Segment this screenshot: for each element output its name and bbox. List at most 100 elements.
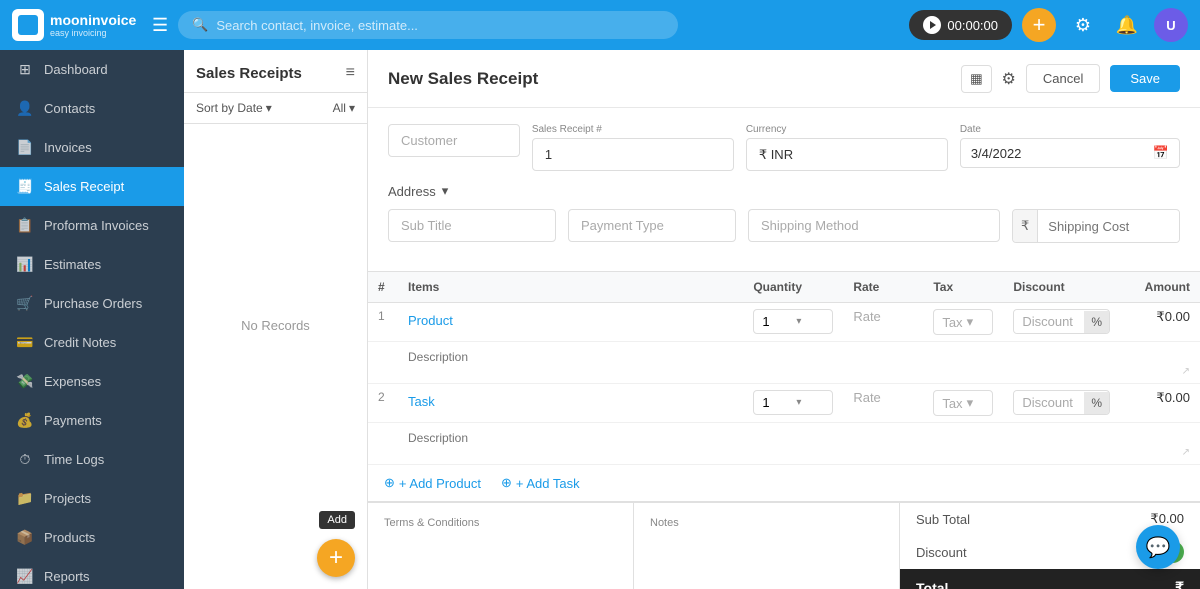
sidebar-item-time-logs[interactable]: ⏱ Time Logs: [0, 440, 184, 479]
sidebar-item-label: Purchase Orders: [44, 296, 142, 311]
qty-arrow-icon-1[interactable]: ▾: [796, 316, 801, 327]
terms-textarea[interactable]: [384, 535, 617, 585]
contacts-icon: 👤: [16, 100, 34, 117]
shipping-cost-field: ₹: [1012, 209, 1180, 243]
qty-cell-2: ▾: [743, 384, 843, 423]
col-num: #: [368, 272, 398, 303]
item-name-input-2[interactable]: [408, 390, 733, 413]
sidebar-item-label: Dashboard: [44, 62, 108, 77]
logo-text: mooninvoice easy invoicing: [50, 12, 136, 38]
discount-input-2[interactable]: [1014, 391, 1084, 414]
currency-input[interactable]: [746, 138, 948, 171]
sidebar-item-purchase-orders[interactable]: 🛒 Purchase Orders: [0, 284, 184, 323]
customer-input[interactable]: [388, 124, 520, 157]
save-button[interactable]: Save: [1110, 65, 1180, 92]
shipping-method-input[interactable]: [748, 209, 1000, 242]
form-header-actions: ▦ ⚙ Cancel Save: [961, 64, 1180, 93]
sidebar-item-invoices[interactable]: 📄 Invoices: [0, 128, 184, 167]
dashboard-icon: ⊞: [16, 61, 34, 78]
discount-input-1[interactable]: [1014, 310, 1084, 333]
discount-wrap-2: %: [1013, 390, 1110, 415]
all-filter-button[interactable]: All ▾: [333, 101, 355, 115]
notes-textarea[interactable]: [650, 535, 883, 585]
rate-input-2[interactable]: [853, 390, 913, 405]
table-row-desc-2: ↗: [368, 423, 1200, 465]
add-fab-button[interactable]: +: [317, 539, 355, 577]
add-record-area: Add +: [317, 539, 355, 577]
item-desc-input-2[interactable]: [408, 429, 1190, 447]
qty-cell-1: ▾: [743, 303, 843, 342]
barcode-button[interactable]: ▦: [961, 65, 992, 93]
qty-wrap-2: ▾: [753, 390, 833, 415]
sidebar-item-credit-notes[interactable]: 💳 Credit Notes: [0, 323, 184, 362]
tax-wrap-1: Tax ▾: [933, 309, 993, 335]
main-content: New Sales Receipt ▦ ⚙ Cancel Save: [368, 50, 1200, 589]
receipt-num-group: Sales Receipt #: [532, 124, 734, 171]
rate-cell-1: [843, 303, 923, 342]
resize-handle-2[interactable]: ↗: [408, 447, 1190, 458]
discount-pct-2[interactable]: %: [1084, 392, 1109, 414]
cancel-button[interactable]: Cancel: [1026, 64, 1100, 93]
date-input[interactable]: [971, 146, 1147, 161]
sidebar-item-estimates[interactable]: 📊 Estimates: [0, 245, 184, 284]
tax-arrow-icon-1[interactable]: ▾: [967, 314, 974, 330]
discount-cell-2: %: [1003, 384, 1120, 423]
purchase-orders-icon: 🛒: [16, 295, 34, 312]
form-settings-button[interactable]: ⚙: [1002, 69, 1016, 89]
search-input[interactable]: [216, 18, 664, 33]
notifications-icon-button[interactable]: 🔔: [1110, 8, 1144, 42]
currency-label: Currency: [746, 124, 948, 135]
form-panel: New Sales Receipt ▦ ⚙ Cancel Save: [368, 50, 1200, 589]
filter-button[interactable]: ≡: [346, 64, 355, 82]
terms-label: Terms & Conditions: [384, 517, 617, 529]
address-toggle[interactable]: Address ▾: [388, 183, 1180, 199]
shipping-cost-input[interactable]: [1038, 211, 1179, 242]
subtitle-input[interactable]: [388, 209, 556, 242]
tax-arrow-icon-2[interactable]: ▾: [967, 395, 974, 411]
sidebar-item-projects[interactable]: 📁 Projects: [0, 479, 184, 518]
add-items-row: ⊕ + Add Product ⊕ + Add Task: [368, 465, 1200, 502]
sidebar-item-label: Payments: [44, 413, 102, 428]
sidebar-item-payments[interactable]: 💰 Payments: [0, 401, 184, 440]
avatar[interactable]: U: [1154, 8, 1188, 42]
top-navigation: mooninvoice easy invoicing ☰ 🔍 00:00:00 …: [0, 0, 1200, 50]
shipping-currency-symbol: ₹: [1013, 210, 1038, 242]
sidebar-item-proforma[interactable]: 📋 Proforma Invoices: [0, 206, 184, 245]
sidebar-item-reports[interactable]: 📈 Reports: [0, 557, 184, 589]
items-table: # Items Quantity Rate Tax Discount Amoun…: [368, 271, 1200, 465]
add-product-button[interactable]: ⊕ + Add Product: [384, 475, 481, 491]
add-task-button[interactable]: ⊕ + Add Task: [501, 475, 580, 491]
sidebar-item-products[interactable]: 📦 Products: [0, 518, 184, 557]
tax-wrap-2: Tax ▾: [933, 390, 993, 416]
receipt-num-input[interactable]: [532, 138, 734, 171]
qty-arrow-icon-2[interactable]: ▾: [796, 397, 801, 408]
credit-notes-icon: 💳: [16, 334, 34, 351]
form-header: New Sales Receipt ▦ ⚙ Cancel Save: [368, 50, 1200, 108]
item-name-input-1[interactable]: [408, 309, 733, 332]
sidebar-item-contacts[interactable]: 👤 Contacts: [0, 89, 184, 128]
qty-input-2[interactable]: [762, 395, 792, 410]
currency-group: Currency: [746, 124, 948, 171]
col-quantity: Quantity: [743, 272, 843, 303]
sort-by-date-button[interactable]: Sort by Date ▾: [196, 101, 272, 115]
sidebar-item-expenses[interactable]: 💸 Expenses: [0, 362, 184, 401]
address-label: Address: [388, 184, 436, 199]
address-row: Address ▾: [388, 183, 1180, 199]
rate-input-1[interactable]: [853, 309, 913, 324]
sidebar-item-sales-receipt[interactable]: 🧾 Sales Receipt: [0, 167, 184, 206]
payment-type-input[interactable]: [568, 209, 736, 242]
sidebar-item-label: Time Logs: [44, 452, 104, 467]
hamburger-button[interactable]: ☰: [152, 15, 168, 36]
resize-handle-1[interactable]: ↗: [408, 366, 1190, 377]
settings-icon-button[interactable]: ⚙: [1066, 8, 1100, 42]
timer-button[interactable]: 00:00:00: [909, 10, 1012, 40]
date-group: Date 📅: [960, 124, 1180, 168]
qty-input-1[interactable]: [762, 314, 792, 329]
sidebar-item-label: Sales Receipt: [44, 179, 124, 194]
item-desc-input-1[interactable]: [408, 348, 1190, 366]
sidebar-item-dashboard[interactable]: ⊞ Dashboard: [0, 50, 184, 89]
discount-pct-1[interactable]: %: [1084, 311, 1109, 333]
notes-label: Notes: [650, 517, 883, 529]
global-add-button[interactable]: +: [1022, 8, 1056, 42]
chat-bubble-button[interactable]: 💬: [1136, 525, 1180, 569]
